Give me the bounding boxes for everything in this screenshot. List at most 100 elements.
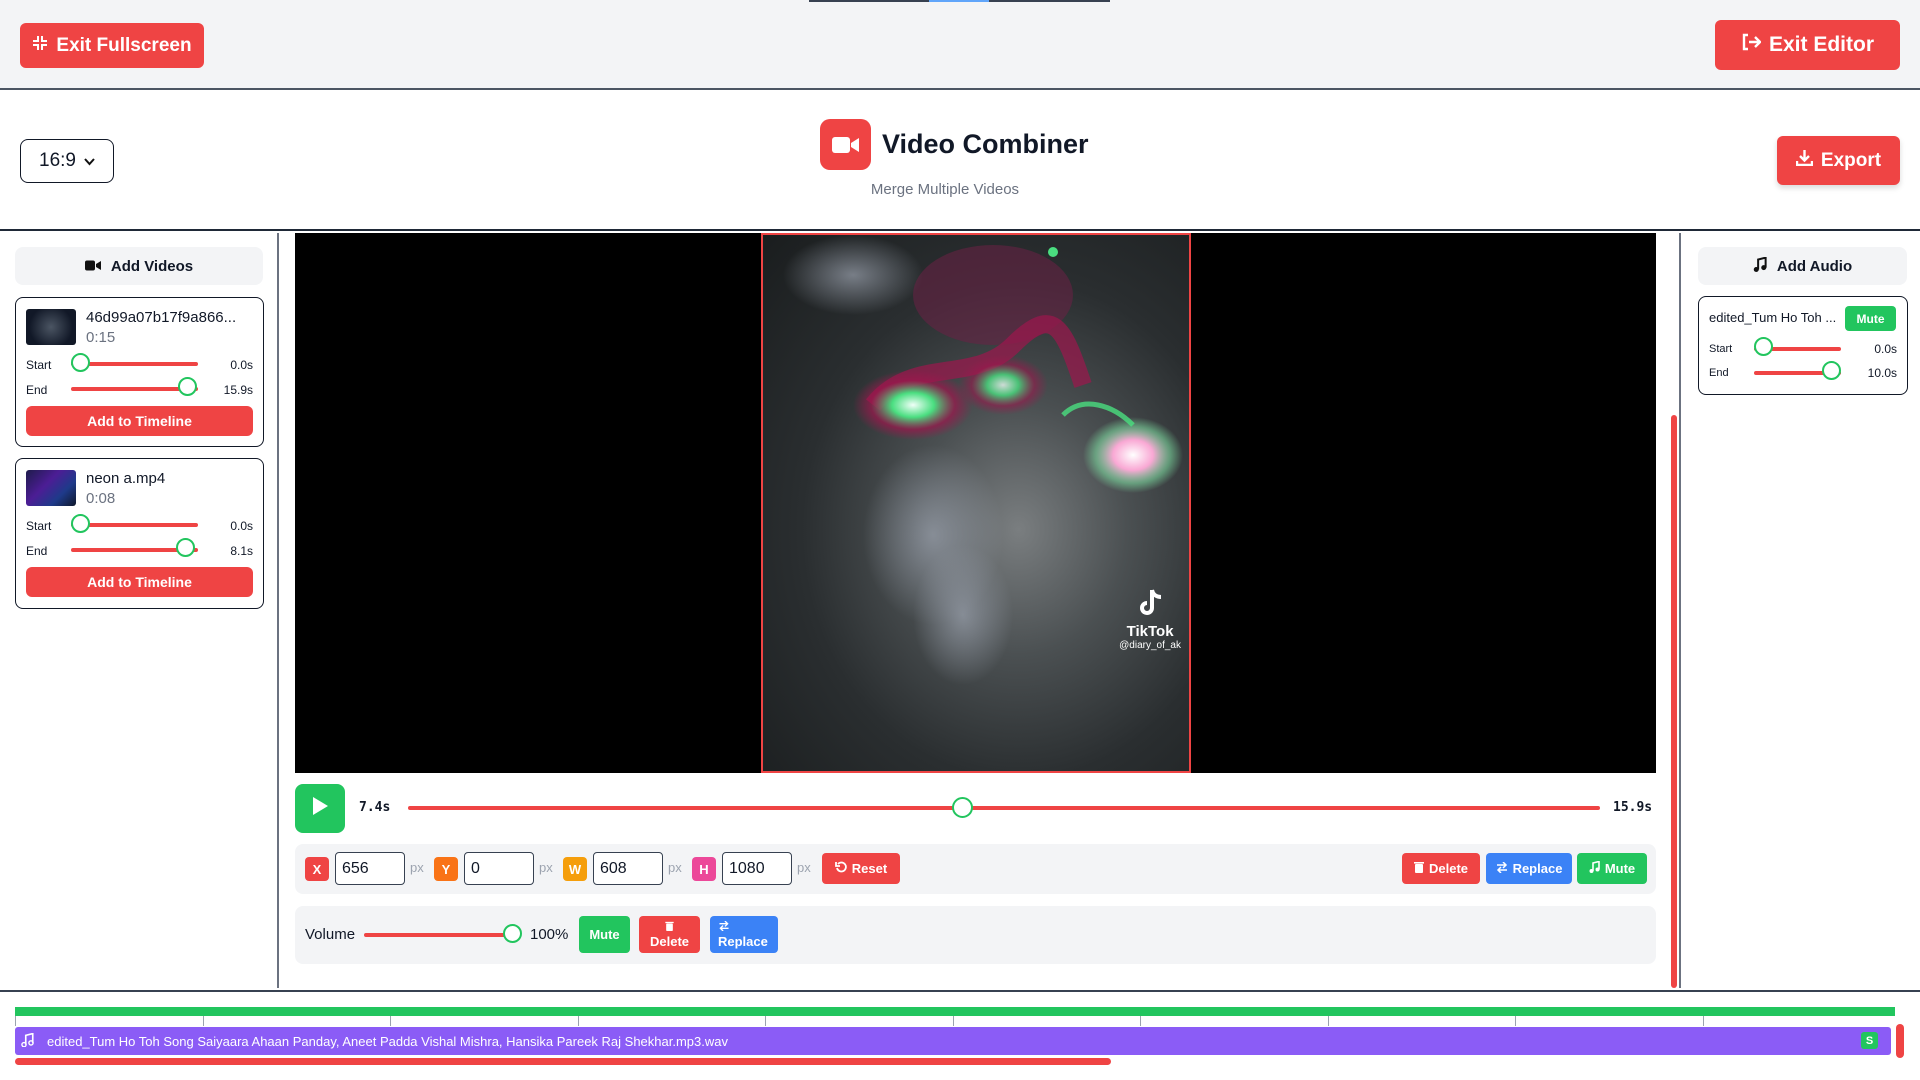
ruler-tick — [1328, 1016, 1329, 1026]
start-trim-slider[interactable] — [71, 523, 198, 527]
mute-label: Mute — [1604, 861, 1636, 876]
video-canvas: TikTok @diary_of_ak — [295, 233, 1656, 773]
clip-thumbnail — [26, 309, 76, 345]
music-note-icon — [21, 1032, 34, 1050]
aspect-ratio-value: 16:9 — [39, 150, 76, 171]
start-label: Start — [26, 519, 52, 533]
delete-audio-button[interactable]: Delete — [639, 916, 700, 953]
timeline-scrollbar[interactable] — [15, 1058, 1111, 1065]
clip-duration: 0:08 — [86, 490, 116, 507]
add-to-timeline-button[interactable]: Add to Timeline — [26, 567, 253, 597]
clip-thumbnail — [26, 470, 76, 506]
page-title: Video Combiner — [882, 129, 1089, 159]
height-input[interactable]: 1080 — [722, 852, 792, 885]
volume-value: 100% — [530, 926, 569, 943]
exit-editor-button[interactable]: Exit Editor — [1715, 20, 1900, 70]
end-value: 8.1s — [230, 544, 253, 558]
clip-name: 46d99a07b17f9a866... — [86, 309, 237, 326]
selected-video-layer[interactable]: TikTok @diary_of_ak — [761, 233, 1191, 773]
volume-slider[interactable] — [364, 933, 512, 937]
ruler-tick — [203, 1016, 204, 1026]
audio-start-handle[interactable] — [1754, 337, 1773, 356]
mute-audio-button[interactable]: Mute — [579, 916, 630, 953]
exit-fullscreen-button[interactable]: Exit Fullscreen — [20, 23, 204, 68]
music-note-icon — [1589, 860, 1600, 876]
top-progress-segment — [929, 0, 989, 2]
export-button[interactable]: Export — [1777, 136, 1900, 185]
add-to-timeline-button[interactable]: Add to Timeline — [26, 406, 253, 436]
mute-clip-button[interactable]: Mute — [1577, 853, 1647, 884]
start-trim-handle[interactable] — [71, 514, 90, 533]
ruler-tick — [765, 1016, 766, 1026]
download-icon — [1795, 149, 1814, 172]
w-unit: px — [668, 860, 682, 875]
clip-duration: 0:15 — [86, 329, 116, 346]
replace-audio-button[interactable]: Replace — [710, 916, 778, 953]
ruler-tick — [953, 1016, 954, 1026]
audio-track-label: edited_Tum Ho Toh Song Saiyaara Ahaan Pa… — [47, 1033, 728, 1049]
end-trim-handle[interactable] — [178, 377, 197, 396]
start-value: 0.0s — [230, 519, 253, 533]
preview-scrollbar[interactable] — [1671, 415, 1677, 988]
video-camera-icon — [820, 119, 871, 170]
timeline: edited_Tum Ho Toh Song Saiyaara Ahaan Pa… — [0, 990, 1920, 1080]
start-label: Start — [1709, 343, 1733, 355]
video-track[interactable] — [15, 1007, 1895, 1016]
video-clip-card: neon a.mp4 0:08 Start 0.0s End 8.1s Add … — [15, 458, 264, 609]
volume-handle[interactable] — [503, 924, 522, 943]
volume-toolbar: Volume 100% Mute Delete Replace — [295, 906, 1656, 964]
audio-end-handle[interactable] — [1822, 361, 1841, 380]
audio-end-value: 10.0s — [1867, 366, 1897, 380]
exit-fullscreen-label: Exit Fullscreen — [56, 34, 192, 56]
transform-toolbar: X 656 px Y 0 px W 608 px H 1080 px Reset… — [295, 844, 1656, 894]
tiktok-watermark: TikTok @diary_of_ak — [1119, 588, 1181, 651]
end-trim-handle[interactable] — [176, 538, 195, 557]
start-trim-slider[interactable] — [71, 362, 198, 366]
watermark-name: TikTok — [1126, 623, 1174, 640]
play-icon — [311, 796, 329, 821]
audio-track-badge[interactable]: S — [1861, 1032, 1878, 1049]
play-button[interactable] — [295, 784, 345, 833]
replace-label: Replace — [1512, 861, 1563, 876]
y-position-input[interactable]: 0 — [464, 852, 534, 885]
start-value: 0.0s — [230, 358, 253, 372]
replace-audio-label: Replace — [718, 933, 768, 949]
trash-icon — [665, 920, 674, 934]
delete-label: Delete — [1428, 861, 1469, 876]
reset-button[interactable]: Reset — [822, 853, 900, 884]
audio-track[interactable]: edited_Tum Ho Toh Song Saiyaara Ahaan Pa… — [15, 1027, 1891, 1055]
timeline-end-handle[interactable] — [1896, 1024, 1904, 1058]
add-audio-button[interactable]: Add Audio — [1698, 247, 1907, 285]
smoke-artwork — [783, 235, 1183, 685]
tiktok-logo-icon — [1119, 588, 1181, 623]
start-trim-handle[interactable] — [71, 353, 90, 372]
current-time: 7.4s — [359, 800, 391, 815]
top-bar: Exit Fullscreen Exit Editor — [0, 0, 1920, 90]
page-subtitle: Merge Multiple Videos — [870, 181, 1020, 198]
mute-audio-clip-button[interactable]: Mute — [1845, 306, 1896, 331]
x-position-input[interactable]: 656 — [335, 852, 405, 885]
h-unit: px — [797, 860, 811, 875]
timeline-ruler — [15, 1016, 1895, 1026]
compress-icon — [32, 35, 48, 57]
ruler-tick — [1515, 1016, 1516, 1026]
delete-audio-label: Delete — [649, 933, 690, 949]
seek-bar[interactable] — [408, 806, 1600, 810]
swap-icon — [718, 920, 730, 934]
end-label: End — [26, 544, 48, 558]
start-label: Start — [26, 358, 52, 372]
audio-clip-card: edited_Tum Ho Toh ... Mute Start 0.0s En… — [1698, 296, 1908, 395]
replace-clip-button[interactable]: Replace — [1486, 853, 1572, 884]
add-videos-button[interactable]: Add Videos — [15, 247, 263, 285]
aspect-ratio-select[interactable]: 16:9 — [20, 139, 114, 183]
end-label: End — [26, 383, 48, 397]
width-input[interactable]: 608 — [593, 852, 663, 885]
delete-clip-button[interactable]: Delete — [1402, 853, 1480, 884]
audio-clip-name: edited_Tum Ho Toh ... — [1709, 310, 1837, 325]
ruler-tick — [1703, 1016, 1704, 1026]
ruler-tick — [1140, 1016, 1141, 1026]
clip-name: neon a.mp4 — [86, 470, 166, 487]
undo-icon — [834, 861, 847, 876]
swap-icon — [1496, 861, 1508, 876]
add-videos-label: Add Videos — [110, 257, 194, 275]
